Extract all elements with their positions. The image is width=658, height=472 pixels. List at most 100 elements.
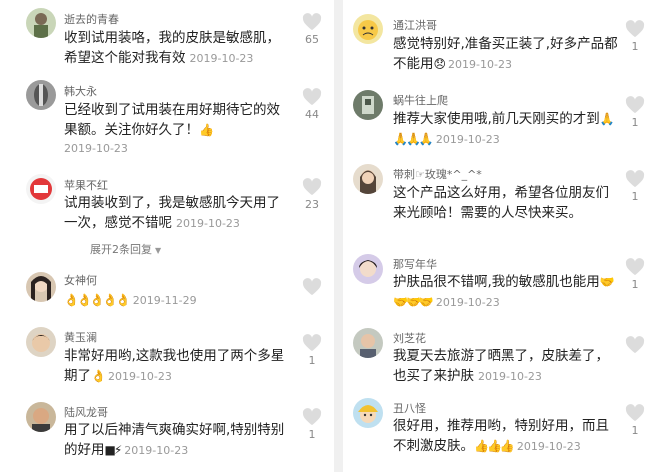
comment-text-line: 也买了来护肤 2019-10-23 [393, 366, 609, 387]
avatar[interactable] [26, 80, 56, 110]
comment-username[interactable]: 黄玉澜 [64, 329, 97, 345]
comment-text: 推荐大家使用哦,前几天刚买的才到🙏 🙏🙏🙏 2019-10-23 [393, 109, 615, 150]
like-button[interactable]: 1 [625, 170, 645, 203]
comment-text-line: 感觉特别好,准备买正装了,好多产品都 [393, 36, 618, 52]
comment-text-line: 的好用 [64, 442, 105, 458]
avatar[interactable] [353, 90, 383, 120]
expand-replies-link[interactable]: 展开2条回复 ▼ [90, 241, 161, 257]
avatar[interactable] [26, 174, 56, 204]
comment-username[interactable]: 刘芝花 [393, 330, 426, 346]
emoji: 😞 [433, 57, 446, 71]
comment-username[interactable]: 女神何 [64, 272, 97, 288]
like-button[interactable]: 1 [625, 258, 645, 291]
heart-icon [625, 258, 645, 276]
right-comment-column: 通江洪哥 感觉特别好,准备买正装了,好多产品都 不能用😞 2019-10-23 1… [343, 0, 658, 472]
comment-username[interactable]: 那写年华 [393, 256, 437, 272]
like-button[interactable]: 1 [625, 96, 645, 129]
heart-icon [302, 178, 322, 196]
heart-icon [302, 88, 322, 106]
comment-item: 那写年华 护肤品很不错啊,我的敏感肌也能用🤝 🤝🤝🤝 2019-10-23 1 [343, 244, 658, 320]
like-button[interactable] [625, 336, 645, 354]
comment-date: 2019-10-23 [435, 133, 500, 146]
comment-text-line: 护肤品很不错啊,我的敏感肌也能用🤝 [393, 272, 615, 292]
like-button[interactable]: 65 [302, 13, 322, 46]
comment-text-line: 希望这个能对我有效 [64, 50, 186, 66]
comment-text-line: 这个产品这么好用，希望各位朋友们 [393, 185, 609, 201]
comment-username[interactable]: 通江洪哥 [393, 17, 437, 33]
comment-text-line: 已经收到了试用装在用好期待它的效 [64, 102, 280, 118]
comment-text-line: 🤝🤝🤝 2019-10-23 [393, 292, 613, 313]
comment-text-line: 我夏天去旅游了晒黑了，皮肤差了， [393, 348, 609, 364]
chevron-down-icon: ▼ [155, 246, 162, 255]
like-button[interactable]: 1 [302, 408, 322, 441]
comment-text: 我夏天去旅游了晒黑了，皮肤差了， 也买了来护肤 2019-10-23 [393, 346, 609, 387]
comment-text-line: 一次，感觉不错呢 2019-10-23 [64, 213, 280, 234]
comment-date: 2019-10-23 [189, 52, 254, 65]
like-button[interactable]: 23 [302, 178, 322, 211]
heart-icon [625, 96, 645, 114]
comment-text: 用了以后神清气爽确实好啊,特别特别 的好用■⚡ 2019-10-23 [64, 420, 284, 461]
avatar[interactable] [353, 398, 383, 428]
comment-text-line: 一次，感觉不错呢 [64, 215, 172, 231]
like-button[interactable] [302, 278, 322, 296]
comment-text-line: 不能用😞 2019-10-23 [393, 54, 618, 75]
heart-icon [625, 336, 645, 354]
comment-username[interactable]: 苹果不红 [64, 177, 108, 193]
comment-text: 非常好用哟,这款我也使用了两个多星 期了👌 2019-10-23 [64, 346, 284, 387]
avatar[interactable] [26, 8, 56, 38]
emoji: ■⚡ [104, 443, 123, 457]
comment-item: 黄玉澜 非常好用哟,这款我也使用了两个多星 期了👌 2019-10-23 1 [0, 320, 334, 400]
avatar[interactable] [353, 164, 383, 194]
like-count: 1 [631, 424, 639, 437]
like-button[interactable]: 1 [625, 404, 645, 437]
comment-username[interactable]: 带刺☞玫瑰*^_^* [393, 166, 482, 182]
like-button[interactable]: 1 [302, 334, 322, 367]
comment-text: 收到试用装咯，我的皮肤是敏感肌， 希望这个能对我有效 2019-10-23 [64, 28, 280, 69]
emoji: 👌👌👌👌👌 [64, 293, 131, 307]
like-button[interactable]: 1 [625, 20, 645, 53]
comment-item: 刘芝花 我夏天去旅游了晒黑了，皮肤差了， 也买了来护肤 2019-10-23 [343, 320, 658, 392]
comment-text-line: 护肤品很不错啊,我的敏感肌也能用 [393, 274, 600, 290]
emoji: 👍 [199, 123, 214, 137]
comment-text-line: 👌👌👌👌👌 2019-11-29 [64, 290, 197, 311]
comment-text-line: 非常好用哟,这款我也使用了两个多星 [64, 348, 285, 364]
avatar[interactable] [26, 327, 56, 357]
expand-replies-label: 展开2条回复 [90, 243, 152, 256]
comment-item: 苹果不红 试用装收到了，我是敏感肌今天用了 一次，感觉不错呢 2019-10-23… [0, 170, 334, 260]
like-button[interactable]: 44 [302, 88, 322, 121]
comment-username[interactable]: 韩大永 [64, 83, 97, 99]
like-count: 65 [305, 33, 319, 46]
comment-text: 感觉特别好,准备买正装了,好多产品都 不能用😞 2019-10-23 [393, 34, 618, 75]
like-count: 1 [308, 354, 316, 367]
comment-text-line: 果额。关注你好久了！ [64, 122, 199, 138]
comment-text-line: 用了以后神清气爽确实好啊,特别特别 [64, 422, 285, 438]
like-count: 1 [308, 428, 316, 441]
like-count: 1 [631, 190, 639, 203]
comment-text-line: 果额。关注你好久了！👍 [64, 120, 280, 140]
comment-username[interactable]: 逝去的青春 [64, 11, 119, 27]
avatar[interactable] [353, 254, 383, 284]
comment-username[interactable]: 丑八怪 [393, 400, 426, 416]
left-comment-column: 逝去的青春 收到试用装咯，我的皮肤是敏感肌， 希望这个能对我有效 2019-10-… [0, 0, 334, 472]
comment-text: 这个产品这么好用，希望各位朋友们 来光顾哈！需要的人尽快来买。 [393, 183, 609, 223]
comment-username[interactable]: 蜗牛往上爬 [393, 92, 448, 108]
like-count: 1 [631, 40, 639, 53]
heart-icon [302, 278, 322, 296]
comment-text: 很好用，推荐用哟，特别好用，而且 不刺激皮肤。👍👍👍 2019-10-23 [393, 416, 609, 457]
avatar[interactable] [26, 402, 56, 432]
comment-date: 2019-10-23 [448, 58, 512, 71]
avatar[interactable] [26, 272, 56, 302]
comment-username[interactable]: 陆风龙哥 [64, 404, 108, 420]
avatar[interactable] [353, 328, 383, 358]
avatar[interactable] [353, 14, 383, 44]
comment-text-line: 的好用■⚡ 2019-10-23 [64, 440, 284, 461]
emoji: 🤝🤝🤝 [393, 295, 434, 309]
comment-text-line: 来光顾哈！需要的人尽快来买。 [393, 205, 582, 221]
comment-date: 2019-10-23 [478, 370, 542, 383]
emoji: 🙏 [599, 112, 615, 126]
comment-text: 👌👌👌👌👌 2019-11-29 [64, 290, 197, 311]
comment-text-line: 不刺激皮肤。 [393, 438, 474, 454]
comment-item: 丑八怪 很好用，推荐用哟，特别好用，而且 不刺激皮肤。👍👍👍 2019-10-23… [343, 392, 658, 472]
comment-text-line: 不能用 [393, 56, 434, 72]
comment-date: 2019-11-29 [132, 294, 197, 307]
